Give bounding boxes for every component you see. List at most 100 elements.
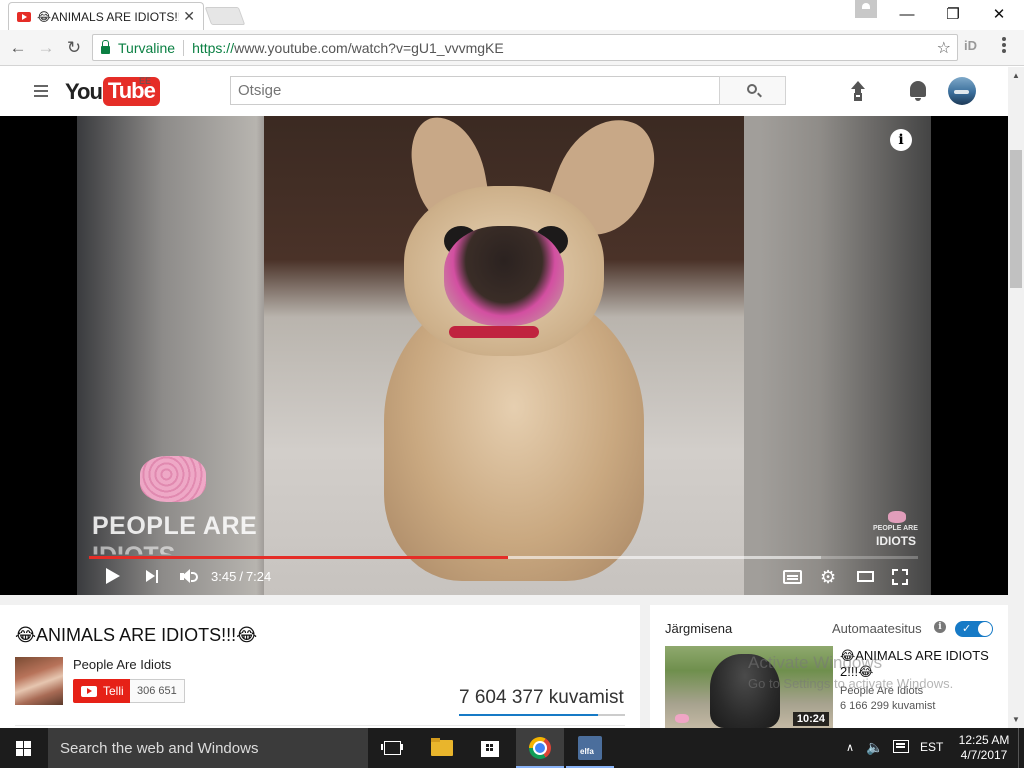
- secure-label: Turvaline: [118, 39, 176, 56]
- corner-watermark-line1: PEOPLE ARE: [873, 525, 918, 532]
- scroll-down-arrow-icon[interactable]: ▼: [1012, 715, 1020, 724]
- show-desktop-button[interactable]: [1018, 728, 1024, 768]
- toggle-knob: [978, 622, 992, 636]
- extension-id-icon[interactable]: iD: [964, 38, 977, 53]
- subscriber-count: 306 651: [130, 679, 185, 703]
- browser-toolbar: ← → ↻ Turvaline https:// www.youtube.com…: [0, 30, 1024, 66]
- next-video-duration: 10:24: [792, 712, 829, 726]
- fullscreen-icon[interactable]: [892, 569, 908, 585]
- next-video-views: 6 166 299 kuvamist: [840, 700, 936, 712]
- notifications-bell-icon[interactable]: [910, 81, 926, 101]
- subtitles-icon[interactable]: [783, 570, 802, 584]
- address-bar[interactable]: Turvaline https:// www.youtube.com/watch…: [92, 34, 958, 61]
- url-scheme: https://: [192, 39, 235, 56]
- back-arrow-icon[interactable]: ←: [6, 36, 30, 60]
- theater-mode-icon[interactable]: [857, 571, 874, 582]
- search-input[interactable]: [230, 76, 720, 105]
- video-info-card: 😂ANIMALS ARE IDIOTS!!!😂 People Are Idiot…: [0, 605, 640, 728]
- page-scroll-thumb[interactable]: [1010, 150, 1022, 288]
- store-icon[interactable]: [466, 728, 514, 768]
- time-display: 3:45/7:24: [211, 569, 271, 584]
- new-tab-button[interactable]: [204, 7, 246, 25]
- action-center-icon[interactable]: [893, 740, 909, 753]
- bookmark-star-icon[interactable]: ☆: [937, 38, 951, 58]
- corner-watermark-line2: IDIOTS: [876, 534, 917, 548]
- like-bar-fill: [459, 714, 599, 716]
- minimize-button[interactable]: —: [884, 0, 930, 28]
- settings-gear-icon[interactable]: ⚙: [820, 568, 838, 586]
- scroll-up-arrow-icon[interactable]: ▲: [1012, 71, 1020, 80]
- lock-icon: [101, 39, 110, 54]
- progress-played: [89, 556, 509, 559]
- youtube-favicon-icon: [17, 11, 31, 22]
- time-separator: /: [239, 569, 243, 584]
- check-icon: ✓: [962, 623, 972, 635]
- dog-collar: [449, 326, 539, 338]
- browser-tab-strip: 😂ANIMALS ARE IDIOTS!!!😂 ✕ — ❐ ✕: [0, 0, 1024, 30]
- search-button[interactable]: [719, 76, 786, 105]
- play-icon[interactable]: [106, 568, 120, 584]
- dog-muzzle: [444, 226, 564, 326]
- video-title: 😂ANIMALS ARE IDIOTS!!!😂: [15, 625, 258, 645]
- channel-name[interactable]: People Are Idiots: [73, 657, 171, 672]
- logo-tube-text: Tube: [102, 77, 160, 106]
- brain-logo-icon: [140, 456, 206, 502]
- youtube-masthead: You Tube EE: [0, 67, 1008, 116]
- volume-icon[interactable]: [180, 569, 200, 585]
- activate-windows-title: Activate Windows: [748, 653, 883, 672]
- next-video-icon[interactable]: [146, 570, 160, 583]
- current-time: 3:45: [211, 569, 237, 584]
- omnibox-divider: [183, 39, 185, 56]
- chrome-taskbar-icon[interactable]: [516, 728, 564, 768]
- divider: [15, 725, 625, 726]
- page-scrollbar[interactable]: ▲ ▼: [1008, 67, 1024, 728]
- browser-tab[interactable]: 😂ANIMALS ARE IDIOTS!!!😂 ✕: [8, 2, 204, 30]
- logo-country-code: EE: [139, 76, 152, 86]
- channel-watermark-text: PEOPLE ARE: [92, 512, 258, 540]
- account-avatar[interactable]: [948, 77, 976, 105]
- elfa-app-icon[interactable]: elfa: [566, 728, 614, 768]
- close-window-button[interactable]: ✕: [976, 0, 1022, 28]
- subscribe-label: Telli: [103, 684, 124, 698]
- tab-title: 😂ANIMALS ARE IDIOTS!!!😂: [37, 9, 179, 24]
- subscribe-button[interactable]: Telli: [73, 679, 134, 703]
- profile-icon[interactable]: [855, 0, 877, 18]
- file-explorer-icon[interactable]: [418, 728, 466, 768]
- autoplay-label: Automaatesitus: [832, 621, 922, 636]
- like-dislike-bar: [459, 714, 625, 716]
- upload-icon[interactable]: [849, 81, 867, 101]
- clock-date[interactable]: 4/7/2017: [958, 748, 1010, 763]
- search-icon: [747, 84, 757, 94]
- maximize-button[interactable]: ❐: [930, 0, 976, 28]
- clock-time[interactable]: 12:25 AM: [958, 733, 1010, 748]
- windows-start-icon[interactable]: [0, 728, 48, 768]
- tray-expand-icon[interactable]: ∧: [846, 741, 854, 754]
- channel-avatar[interactable]: [15, 657, 63, 705]
- forward-arrow-icon[interactable]: →: [34, 36, 58, 60]
- video-player[interactable]: PEOPLE ARE IDIOTS PEOPLE ARE IDIOTS i 3:…: [0, 116, 1008, 595]
- chrome-menu-icon[interactable]: [1002, 37, 1006, 55]
- task-view-icon[interactable]: [368, 728, 416, 768]
- autoplay-info-icon[interactable]: i: [934, 621, 946, 633]
- youtube-logo[interactable]: You Tube EE: [65, 76, 160, 106]
- tray-volume-icon[interactable]: 🔈: [866, 739, 883, 756]
- progress-bar[interactable]: [89, 556, 918, 559]
- elfa-label: elfa: [580, 747, 594, 756]
- url-text: www.youtube.com/watch?v=gU1_vvvmgKE: [234, 39, 504, 56]
- info-card-icon[interactable]: i: [890, 129, 912, 151]
- duration: 7:24: [245, 569, 272, 584]
- taskbar-search-box[interactable]: Search the web and Windows: [48, 728, 368, 768]
- input-language[interactable]: EST: [920, 740, 943, 754]
- autoplay-toggle[interactable]: ✓: [955, 621, 993, 637]
- reload-icon[interactable]: ↻: [62, 36, 86, 60]
- corner-brain-icon: [888, 511, 906, 523]
- thumbnail-brain-icon: [675, 714, 689, 723]
- video-image: [264, 116, 744, 595]
- up-next-label: Järgmisena: [665, 621, 733, 636]
- guide-menu-icon[interactable]: [34, 85, 48, 100]
- chrome-logo-icon: [529, 737, 551, 759]
- view-count: 7 604 377 kuvamist: [459, 687, 624, 708]
- tab-close-icon[interactable]: ✕: [183, 8, 195, 25]
- activate-windows-subtitle: Go to Settings to activate Windows.: [748, 676, 954, 691]
- logo-you-text: You: [65, 78, 103, 104]
